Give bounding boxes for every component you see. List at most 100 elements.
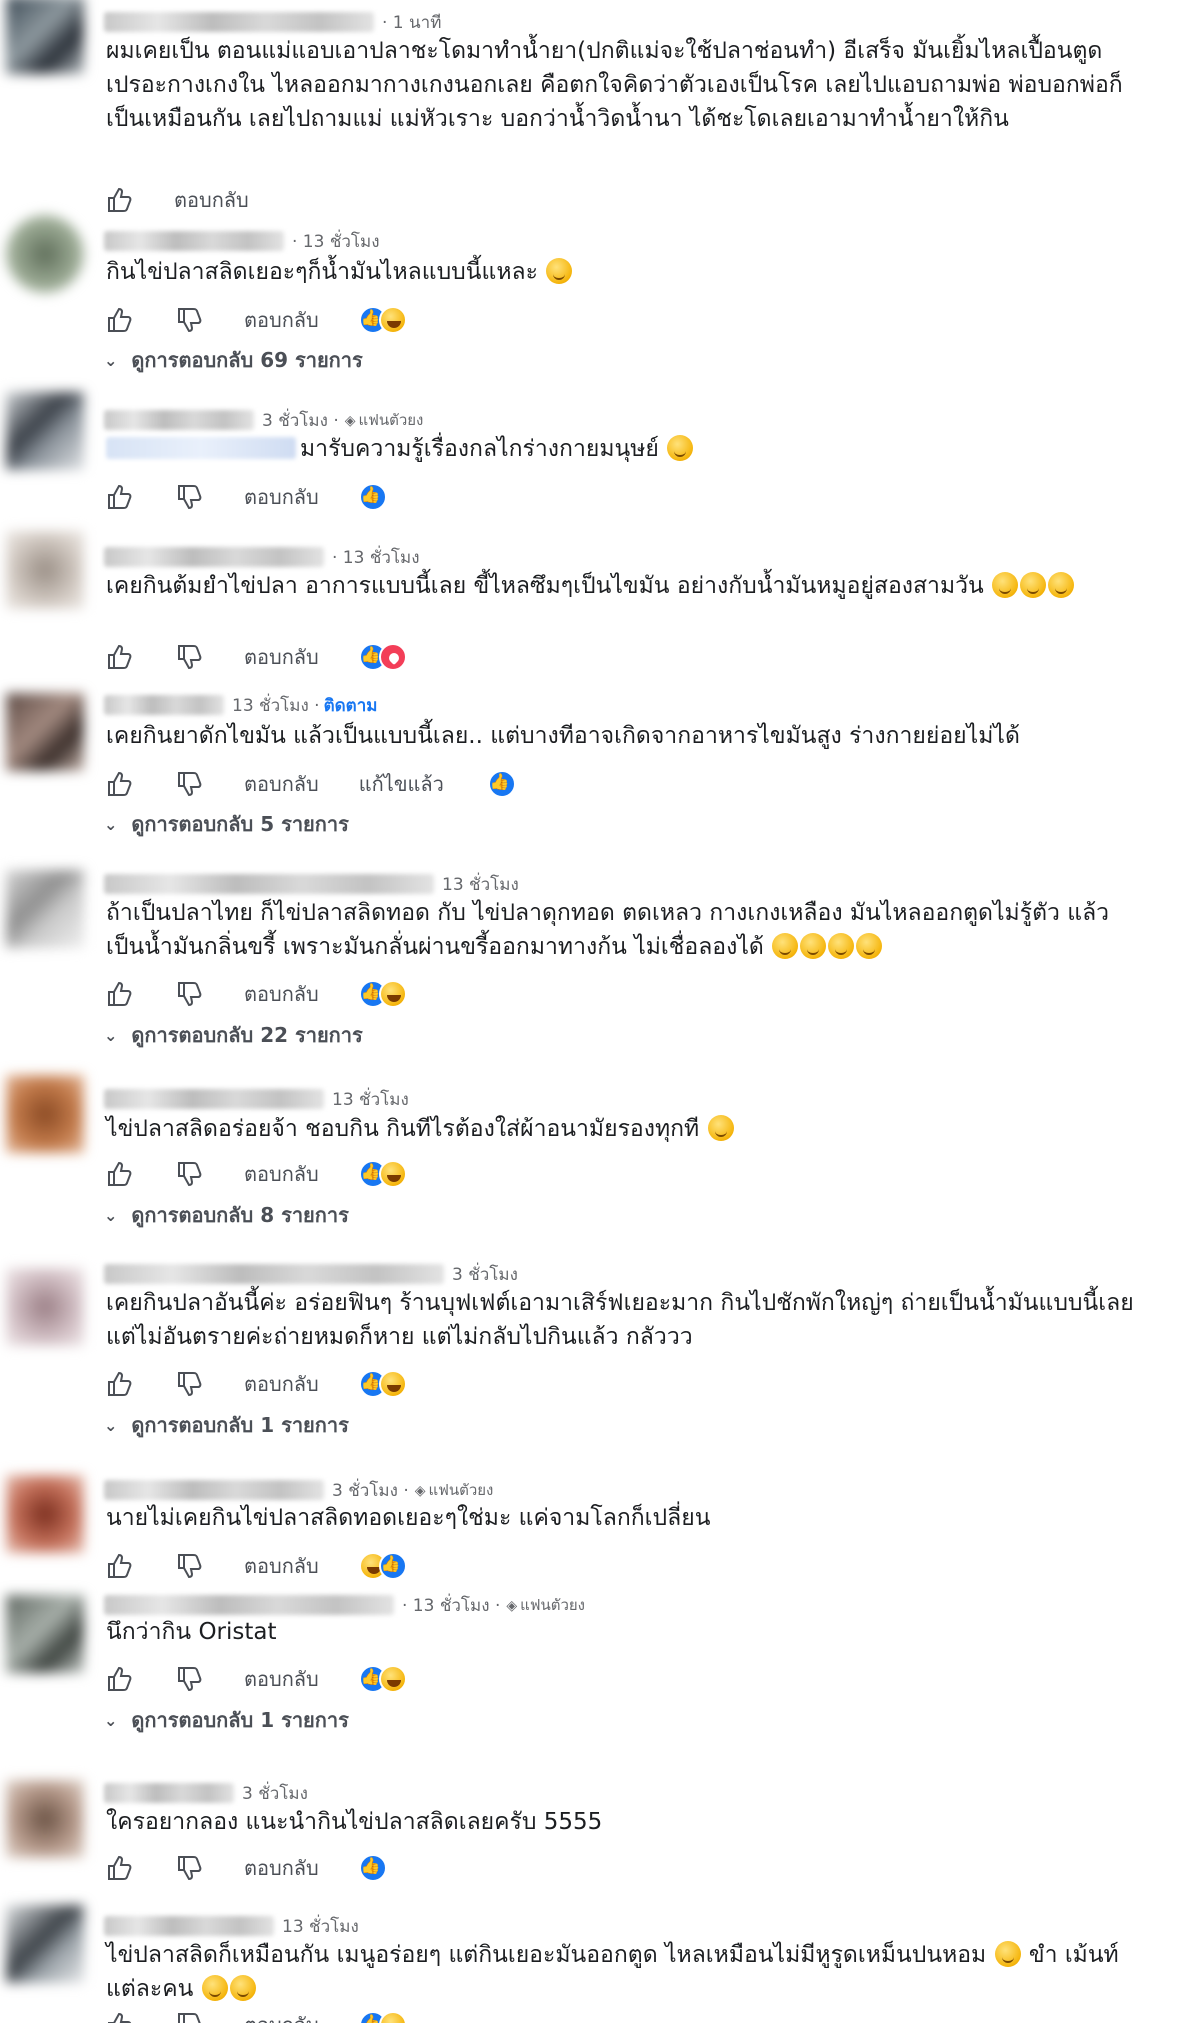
comment-time[interactable]: 13 ชั่วโมง bbox=[332, 1086, 409, 1113]
avatar[interactable] bbox=[6, 531, 84, 609]
chevron-down-icon: ⌄ bbox=[104, 1415, 118, 1435]
reaction-summary[interactable] bbox=[358, 1853, 387, 1883]
reply-button[interactable]: ตอบกลับ bbox=[244, 304, 319, 336]
comment-meta: 13 ชั่วโมง bbox=[104, 1087, 409, 1111]
reply-button[interactable]: ตอบกลับ bbox=[244, 1158, 319, 1190]
view-replies-link[interactable]: ⌄ ดูการตอบกลับ 1 รายการ bbox=[104, 1705, 349, 1735]
author-name[interactable] bbox=[104, 1089, 324, 1109]
comment-time[interactable]: 13 ชั่วโมง bbox=[282, 1913, 359, 1940]
like-icon[interactable] bbox=[104, 979, 134, 1009]
laughing-emoji-icon bbox=[994, 1941, 1021, 1967]
dislike-icon[interactable] bbox=[174, 1369, 204, 1399]
comment-meta: 3 ชั่วโมง · ◈ แฟนตัวยง bbox=[104, 1478, 493, 1502]
author-name[interactable] bbox=[104, 12, 374, 32]
like-icon[interactable] bbox=[104, 482, 134, 512]
avatar[interactable] bbox=[6, 1595, 84, 1673]
author-name[interactable] bbox=[104, 695, 224, 715]
reply-button[interactable]: ตอบกลับ bbox=[244, 481, 319, 513]
comment-text-content: ถ้าเป็นปลาไทย ก็ไข่ปลาสลิดทอด กับ ไข่ปลา… bbox=[106, 900, 1110, 960]
view-replies-link[interactable]: ⌄ ดูการตอบกลับ 69 รายการ bbox=[104, 345, 363, 375]
author-name[interactable] bbox=[104, 1595, 394, 1615]
reaction-summary[interactable] bbox=[358, 1159, 407, 1189]
comment-time[interactable]: · 1 นาที bbox=[382, 9, 441, 36]
mention-tag[interactable] bbox=[106, 437, 296, 459]
author-name[interactable] bbox=[104, 1264, 444, 1284]
like-icon[interactable] bbox=[104, 642, 134, 672]
like-icon[interactable] bbox=[104, 1369, 134, 1399]
diamond-icon: ◈ bbox=[414, 1483, 426, 1499]
avatar[interactable] bbox=[6, 693, 84, 771]
comment-time[interactable]: 3 ชั่วโมง bbox=[242, 1780, 308, 1807]
author-name[interactable] bbox=[104, 410, 254, 430]
like-icon[interactable] bbox=[104, 1159, 134, 1189]
dislike-icon[interactable] bbox=[174, 979, 204, 1009]
dislike-icon[interactable] bbox=[174, 482, 204, 512]
reply-button[interactable]: ตอบกลับ bbox=[244, 1663, 319, 1695]
reaction-summary[interactable] bbox=[358, 1369, 407, 1399]
view-replies-link[interactable]: ⌄ ดูการตอบกลับ 1 รายการ bbox=[104, 1410, 349, 1440]
dislike-icon[interactable] bbox=[174, 1159, 204, 1189]
avatar[interactable] bbox=[6, 1268, 84, 1346]
dislike-icon[interactable] bbox=[174, 1853, 204, 1883]
comment-time[interactable]: 3 ชั่วโมง bbox=[452, 1261, 518, 1288]
reply-button[interactable]: ตอบกลับ bbox=[244, 2009, 319, 2023]
like-icon[interactable] bbox=[104, 1551, 134, 1581]
comment-time[interactable]: 3 ชั่วโมง · bbox=[332, 1477, 409, 1504]
chevron-down-icon: ⌄ bbox=[104, 814, 118, 834]
avatar[interactable] bbox=[6, 1780, 84, 1858]
reaction-summary[interactable] bbox=[487, 769, 516, 799]
reply-button[interactable]: ตอบกลับ bbox=[244, 1852, 319, 1884]
comment-item: 3 ชั่วโมง ใครอยากลอง แนะนำกินไข่ปลาสลิดเ… bbox=[0, 1765, 1200, 1900]
reaction-summary[interactable] bbox=[358, 1551, 407, 1581]
comment-time[interactable]: 3 ชั่วโมง · bbox=[262, 407, 339, 434]
avatar[interactable] bbox=[6, 0, 84, 74]
reaction-summary[interactable] bbox=[358, 642, 407, 672]
reaction-summary[interactable] bbox=[358, 979, 407, 1009]
view-replies-link[interactable]: ⌄ ดูการตอบกลับ 8 รายการ bbox=[104, 1200, 349, 1230]
follow-link[interactable]: ติดตาม bbox=[324, 692, 378, 719]
reply-button[interactable]: ตอบกลับ bbox=[244, 1550, 319, 1582]
author-name[interactable] bbox=[104, 1783, 234, 1803]
reply-button[interactable]: ตอบกลับ bbox=[244, 641, 319, 673]
reply-button[interactable]: ตอบกลับ bbox=[174, 184, 249, 216]
reply-button[interactable]: ตอบกลับ bbox=[244, 768, 319, 800]
dislike-icon[interactable] bbox=[174, 1664, 204, 1694]
author-name[interactable] bbox=[104, 547, 324, 567]
view-replies-link[interactable]: ⌄ ดูการตอบกลับ 22 รายการ bbox=[104, 1020, 363, 1050]
comment-time[interactable]: · 13 ชั่วโมง bbox=[292, 228, 380, 255]
comment-actions: ตอบกลับ bbox=[104, 1549, 407, 1583]
dislike-icon[interactable] bbox=[174, 769, 204, 799]
comment-time[interactable]: 13 ชั่วโมง bbox=[442, 871, 519, 898]
avatar[interactable] bbox=[6, 215, 84, 293]
like-icon[interactable] bbox=[104, 1664, 134, 1694]
avatar[interactable] bbox=[6, 392, 84, 470]
reply-button[interactable]: ตอบกลับ bbox=[244, 1368, 319, 1400]
dislike-icon[interactable] bbox=[174, 1551, 204, 1581]
comment-item: · 13 ชั่วโมง เคยกินต้มยำไข่ปลา อาการแบบน… bbox=[0, 525, 1200, 685]
like-icon[interactable] bbox=[104, 769, 134, 799]
avatar[interactable] bbox=[6, 1905, 84, 1983]
comment-time[interactable]: 13 ชั่วโมง · bbox=[232, 692, 320, 719]
view-replies-link[interactable]: ⌄ ดูการตอบกลับ 5 รายการ bbox=[104, 809, 349, 839]
author-name[interactable] bbox=[104, 1480, 324, 1500]
like-icon[interactable] bbox=[104, 305, 134, 335]
like-icon[interactable] bbox=[104, 1853, 134, 1883]
laughing-emoji-icon bbox=[856, 933, 883, 959]
author-name[interactable] bbox=[104, 231, 284, 251]
reply-button[interactable]: ตอบกลับ bbox=[244, 978, 319, 1010]
dislike-icon[interactable] bbox=[174, 642, 204, 672]
like-icon[interactable] bbox=[104, 185, 134, 215]
reaction-summary[interactable] bbox=[358, 305, 407, 335]
dislike-icon[interactable] bbox=[174, 305, 204, 335]
dislike-icon[interactable] bbox=[174, 2010, 204, 2023]
avatar[interactable] bbox=[6, 870, 84, 948]
reaction-summary[interactable] bbox=[358, 1664, 407, 1694]
reaction-summary[interactable] bbox=[358, 2010, 407, 2023]
author-name[interactable] bbox=[104, 874, 434, 894]
comment-time[interactable]: · 13 ชั่วโมง bbox=[332, 544, 420, 571]
like-icon[interactable] bbox=[104, 2010, 134, 2023]
avatar[interactable] bbox=[6, 1475, 84, 1553]
reaction-summary[interactable] bbox=[358, 482, 387, 512]
author-name[interactable] bbox=[104, 1916, 274, 1936]
avatar[interactable] bbox=[6, 1075, 84, 1153]
